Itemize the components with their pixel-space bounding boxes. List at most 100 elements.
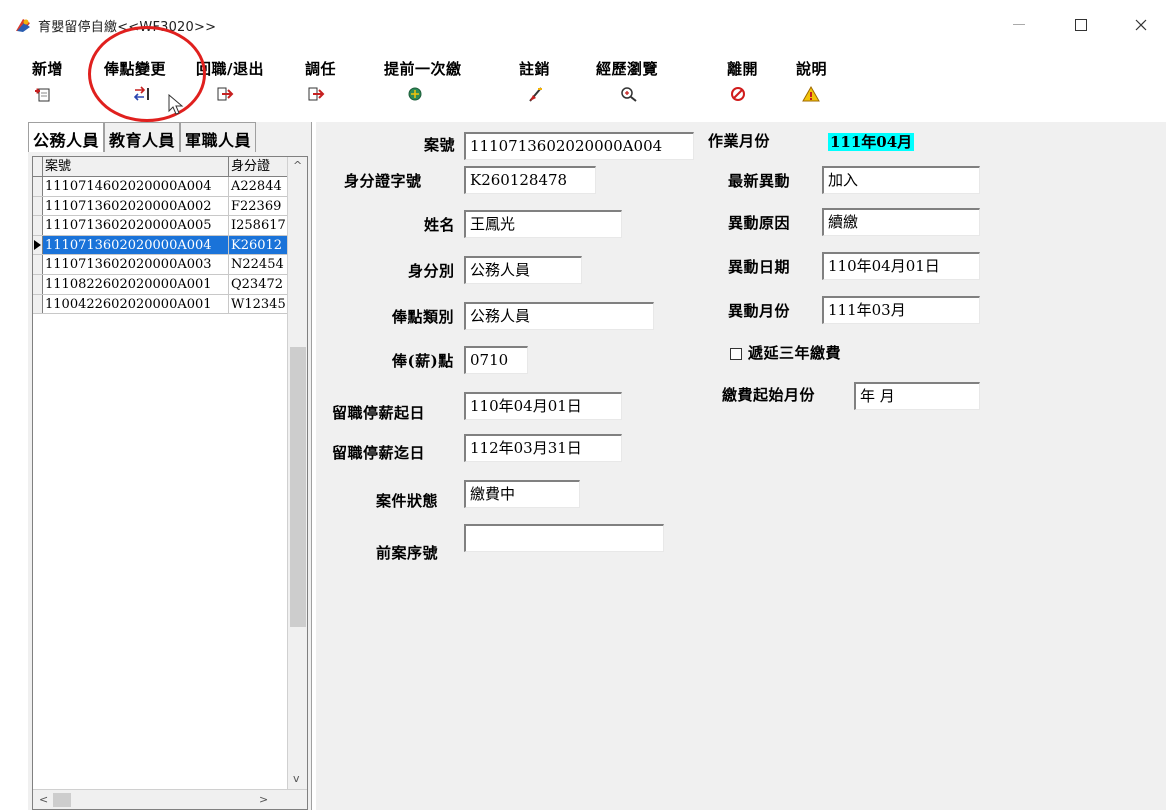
table-row[interactable]: 1100422602020000A001 W12345	[33, 294, 289, 315]
latest-change-label: 最新異動	[728, 172, 791, 190]
browse-history-button[interactable]: 經歷瀏覽	[596, 58, 658, 114]
table-row[interactable]: 1110713602020000A005 I258617	[33, 216, 289, 236]
scroll-right-icon[interactable]: >	[259, 793, 268, 806]
case-no-field[interactable]: 1110713602020000A004	[464, 132, 694, 160]
help-button[interactable]: 說明	[796, 58, 827, 114]
window-title: 育嬰留停自繳<<WF3020>>	[38, 20, 217, 35]
column-header-id-no[interactable]: 身分證	[229, 157, 289, 176]
grid-horizontal-scrollbar[interactable]: < >	[33, 789, 307, 809]
change-points-button[interactable]: 俸點變更	[104, 58, 166, 114]
id-no-cell: A22844	[231, 179, 282, 194]
minimize-button[interactable]	[996, 10, 1042, 40]
mouse-cursor-icon	[168, 94, 184, 115]
cancel-record-label: 註銷	[519, 60, 551, 78]
prev-case-no-field[interactable]	[464, 524, 664, 552]
help-label: 說明	[796, 60, 828, 78]
case-no-cell: 1110714602020000A004	[43, 177, 229, 196]
close-button[interactable]	[1118, 10, 1164, 40]
detail-form: 案號 1110713602020000A004 身分證字號 K260128478…	[316, 122, 1166, 810]
browse-history-label: 經歷瀏覽	[596, 60, 659, 78]
tab-military[interactable]: 軍職人員	[180, 122, 257, 152]
change-date-label: 異動日期	[728, 258, 791, 276]
grid-rows: 1110714602020000A004 A22844 1110713602020…	[33, 177, 289, 315]
case-status-label: 案件狀態	[376, 492, 439, 510]
change-date-field[interactable]: 110年04月01日	[822, 252, 980, 280]
add-button[interactable]: 新增	[32, 58, 63, 114]
prepay-label: 提前一次繳	[384, 60, 462, 78]
latest-change-field[interactable]: 加入	[822, 166, 980, 194]
add-record-icon	[32, 85, 54, 103]
id-no-cell: F22369	[231, 198, 282, 214]
case-no-label: 案號	[424, 136, 456, 154]
minimize-icon	[1013, 24, 1025, 25]
change-month-field[interactable]: 111年03月	[822, 296, 980, 324]
change-points-icon	[132, 85, 154, 103]
row-indicator	[33, 177, 43, 196]
prepay-button[interactable]: 提前一次繳	[384, 58, 462, 114]
points-type-field[interactable]: 公務人員	[464, 302, 654, 330]
transfer-icon	[305, 85, 327, 103]
leave-start-label: 留職停薪起日	[332, 404, 426, 422]
change-points-label: 俸點變更	[104, 60, 167, 78]
table-row[interactable]: 1110714602020000A004 A22844	[33, 177, 289, 197]
table-row-selected[interactable]: 1110713602020000A004 K26012	[33, 235, 289, 256]
personnel-tabs: 公務人員 教育人員 軍職人員	[28, 122, 312, 152]
add-button-label: 新增	[32, 60, 64, 78]
maximize-icon	[1075, 19, 1087, 31]
transfer-button[interactable]: 調任	[305, 58, 336, 114]
horizontal-scroll-thumb[interactable]	[53, 793, 71, 807]
pay-start-month-field[interactable]: 年 月	[854, 382, 980, 410]
grid-vertical-scrollbar[interactable]: ^ v	[287, 157, 307, 789]
id-no-field[interactable]: K260128478	[464, 166, 596, 194]
change-reason-field[interactable]: 續繳	[822, 208, 980, 236]
return-exit-icon	[214, 85, 236, 103]
row-indicator	[33, 196, 43, 216]
id-no-cell: I258617	[231, 218, 286, 234]
case-status-field[interactable]: 繳費中	[464, 480, 580, 508]
vertical-scroll-thumb[interactable]	[290, 347, 306, 627]
case-no-cell: 1110713602020000A005	[43, 216, 229, 235]
column-header-case-no[interactable]: 案號	[43, 157, 229, 176]
cancel-record-button[interactable]: 註銷	[519, 58, 550, 114]
browse-history-icon	[618, 85, 640, 103]
table-row[interactable]: 1110713602020000A003 N22454	[33, 255, 289, 275]
identity-field[interactable]: 公務人員	[464, 256, 582, 284]
row-indicator	[33, 274, 43, 294]
exit-label: 離開	[727, 60, 759, 78]
work-month-field[interactable]: 111年04月	[824, 130, 936, 158]
points-field[interactable]: 0710	[464, 346, 528, 374]
maximize-button[interactable]	[1058, 10, 1104, 40]
id-no-cell: K26012	[229, 235, 287, 255]
close-icon	[1135, 19, 1147, 31]
defer-payment-checkbox[interactable]	[730, 348, 742, 360]
transfer-label: 調任	[305, 60, 337, 78]
return-exit-label: 回職/退出	[196, 60, 264, 78]
row-indicator	[33, 235, 43, 255]
tab-educators[interactable]: 教育人員	[104, 122, 181, 152]
leave-start-field[interactable]: 110年04月01日	[464, 392, 622, 420]
left-margin	[0, 122, 28, 810]
name-field[interactable]: 王鳳光	[464, 210, 622, 238]
case-no-cell: 1100422602020000A001	[43, 294, 229, 314]
leave-end-label: 留職停薪迄日	[332, 444, 426, 462]
case-no-cell: 1110713602020000A003	[43, 255, 229, 274]
pay-start-month-label: 繳費起始月份	[722, 386, 816, 404]
identity-label: 身分別	[408, 262, 455, 280]
case-no-cell: 1110713602020000A002	[43, 196, 229, 216]
scroll-left-icon[interactable]: <	[39, 793, 48, 806]
scroll-down-icon[interactable]: v	[293, 772, 300, 785]
leave-end-field[interactable]: 112年03月31日	[464, 434, 622, 462]
table-row[interactable]: 1110713602020000A002 F22369	[33, 196, 289, 217]
change-reason-label: 異動原因	[728, 214, 791, 232]
exit-button[interactable]: 離開	[727, 58, 758, 114]
id-no-cell: N22454	[231, 257, 284, 273]
return-exit-button[interactable]: 回職/退出	[196, 58, 264, 114]
table-row[interactable]: 1110822602020000A001 Q23472	[33, 274, 289, 295]
id-no-cell: W12345	[231, 296, 286, 312]
prepay-icon	[404, 85, 426, 103]
prev-case-no-label: 前案序號	[376, 544, 439, 562]
row-indicator	[33, 255, 43, 274]
defer-payment-label: 遞延三年繳費	[748, 344, 842, 362]
scroll-up-icon[interactable]: ^	[293, 159, 302, 172]
tab-civil-servants[interactable]: 公務人員	[28, 122, 105, 152]
